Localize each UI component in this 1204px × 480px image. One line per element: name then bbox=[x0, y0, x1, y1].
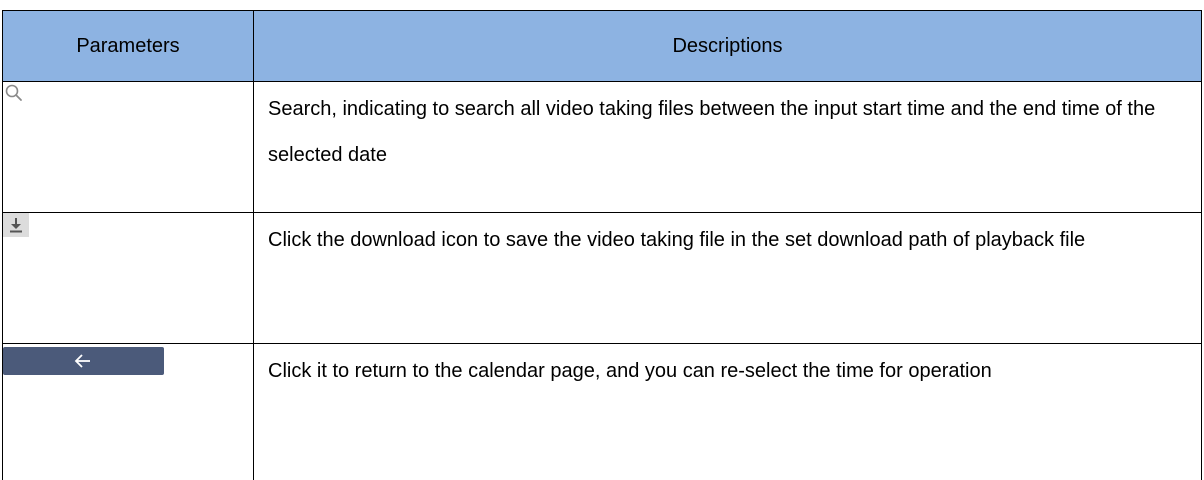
description-cell: Search, indicating to search all video t… bbox=[253, 81, 1202, 213]
header-parameters: Parameters bbox=[2, 10, 254, 82]
description-cell: Click it to return to the calendar page,… bbox=[253, 343, 1202, 480]
header-descriptions: Descriptions bbox=[253, 10, 1202, 82]
description-text: Click the download icon to save the vide… bbox=[268, 229, 1086, 251]
table-row: Click it to return to the calendar page,… bbox=[2, 343, 1202, 480]
description-text: Click it to return to the calendar page,… bbox=[268, 360, 992, 382]
description-text: Search, indicating to search all video t… bbox=[268, 98, 1156, 166]
search-icon bbox=[3, 82, 27, 106]
table-row: Search, indicating to search all video t… bbox=[2, 81, 1202, 213]
description-cell: Click the download icon to save the vide… bbox=[253, 212, 1202, 344]
parameter-cell bbox=[2, 343, 254, 480]
table-row: Click the download icon to save the vide… bbox=[2, 212, 1202, 344]
download-icon bbox=[3, 213, 29, 237]
parameter-cell bbox=[2, 81, 254, 213]
table-header-row: Parameters Descriptions bbox=[2, 10, 1202, 82]
back-arrow-button bbox=[3, 347, 164, 375]
back-arrow-icon bbox=[74, 354, 90, 368]
parameter-cell bbox=[2, 212, 254, 344]
parameters-table: Parameters Descriptions Search, indicati… bbox=[2, 10, 1202, 480]
